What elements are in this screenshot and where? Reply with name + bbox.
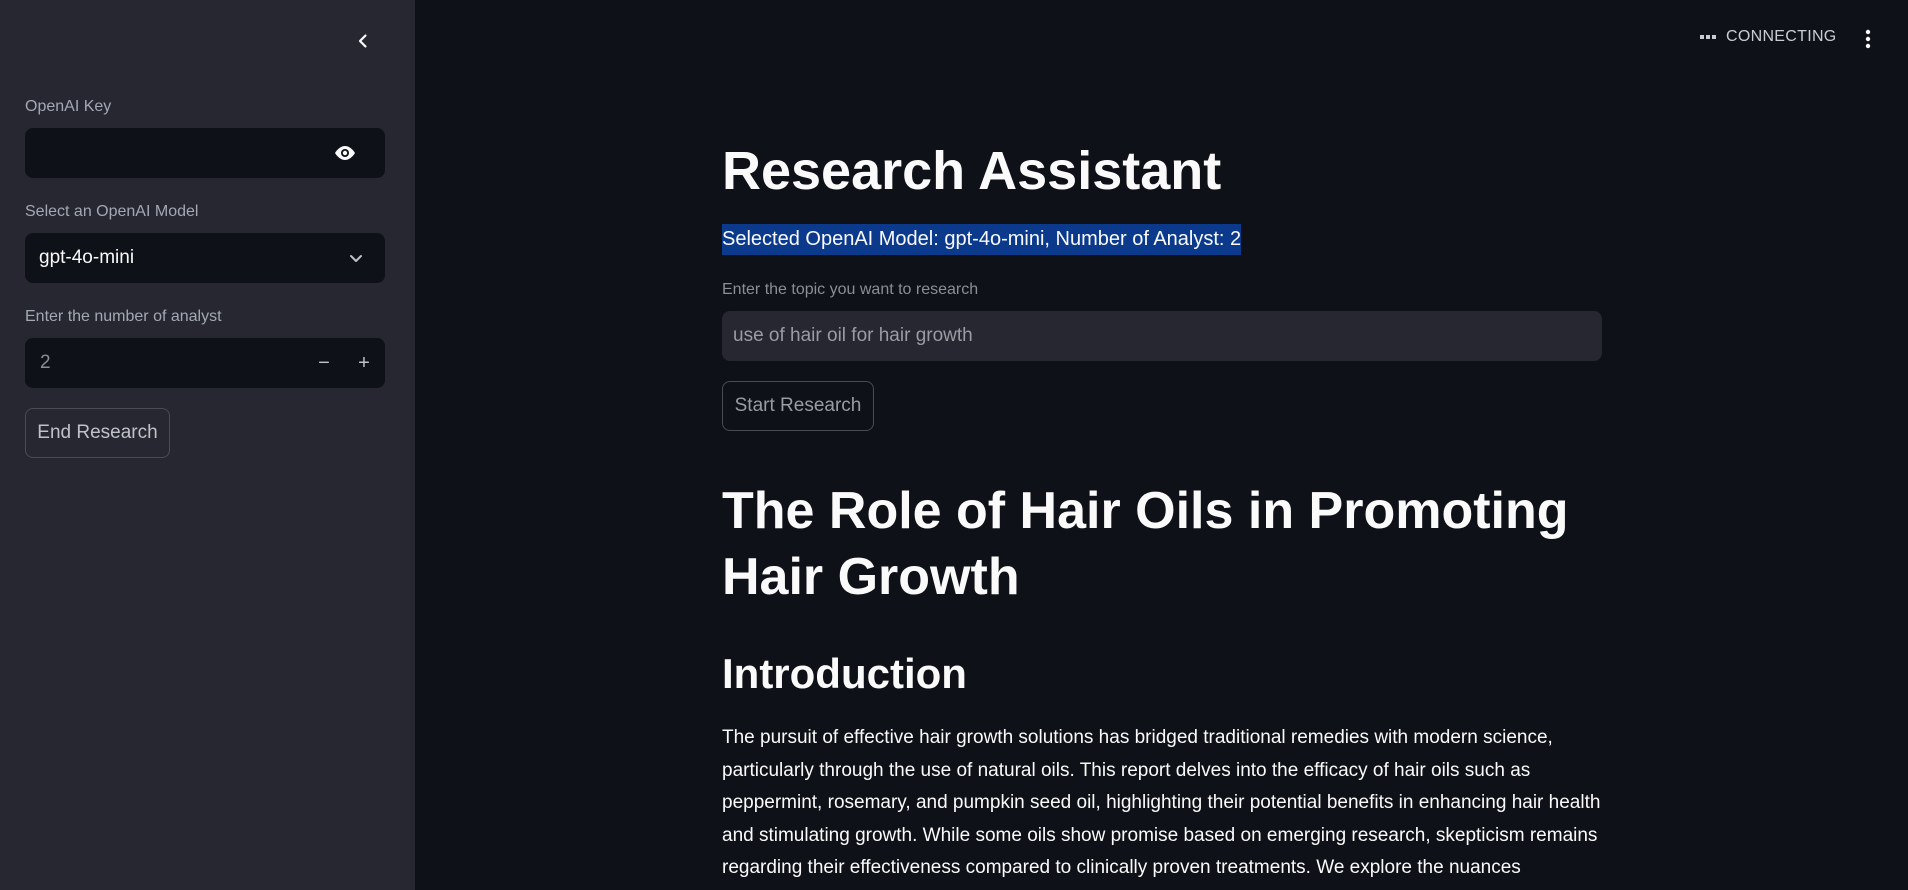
connection-status-text: CONNECTING [1726,28,1837,45]
kebab-menu-icon [1865,29,1871,49]
connection-status: CONNECTING [1700,24,1837,50]
model-select[interactable]: gpt-4o-mini [25,233,385,283]
openai-key-label: OpenAI Key [25,98,112,115]
chevron-down-icon [350,255,362,262]
chevron-left-icon [358,34,367,48]
page-title: Research Assistant [722,141,1222,201]
selected-model-info: Selected OpenAI Model: gpt-4o-mini, Numb… [722,224,1242,255]
introduction-paragraph: The pursuit of effective hair growth sol… [722,727,1601,878]
topic-input-label: Enter the topic you want to research [722,281,979,298]
main-menu-button[interactable] [1855,24,1881,54]
topic-input[interactable]: use of hair oil for hair growth [722,311,1602,361]
analyst-count-field[interactable]: 2 − + [25,338,385,388]
decrement-button[interactable]: − [304,338,344,388]
connecting-dots-icon [1700,35,1716,39]
sidebar: OpenAI Key Select an OpenAI Model gpt-4o… [0,0,415,890]
introduction-heading: Introduction [722,650,967,697]
start-research-button[interactable]: Start Research [722,381,874,431]
analyst-count-input[interactable]: 2 [26,352,304,374]
end-research-button[interactable]: End Research [25,408,170,458]
toggle-visibility-button[interactable] [325,133,365,173]
app-root: OpenAI Key Select an OpenAI Model gpt-4o… [0,0,1908,890]
model-dropdown-toggle[interactable] [341,243,371,273]
openai-key-field[interactable] [25,128,385,178]
model-select-label: Select an OpenAI Model [25,203,199,220]
model-selected-value: gpt-4o-mini [39,247,135,268]
analyst-count-label: Enter the number of analyst [25,308,222,325]
eye-icon [335,146,355,160]
collapse-sidebar-button[interactable] [350,28,376,54]
increment-button[interactable]: + [344,338,384,388]
report-title: The Role of Hair Oils in Promoting Hair … [722,482,1569,606]
